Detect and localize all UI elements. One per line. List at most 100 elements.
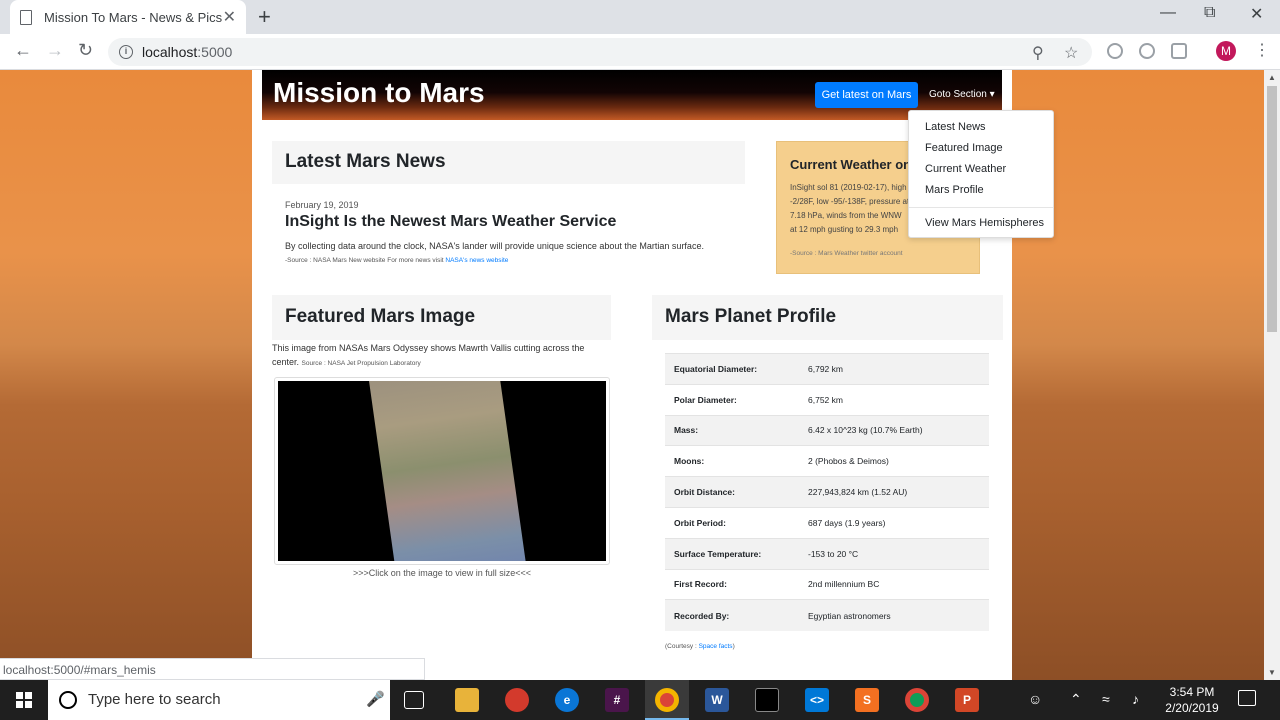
profile-heading: Mars Planet Profile: [665, 306, 837, 327]
taskbar-search[interactable]: Type here to search 🎤: [48, 680, 390, 720]
profile-avatar[interactable]: M: [1216, 41, 1236, 61]
file-explorer-icon[interactable]: [455, 688, 479, 712]
table-key: Mass:: [665, 414, 808, 446]
menu-item-featured-image[interactable]: Featured Image: [925, 142, 1003, 154]
reload-icon[interactable]: ↻: [78, 40, 93, 61]
news-header: Latest Mars News: [272, 141, 745, 184]
app-icon[interactable]: [505, 688, 529, 712]
back-icon[interactable]: ←: [14, 40, 32, 61]
menu-item-mars-hemispheres[interactable]: View Mars Hemispheres: [925, 217, 1044, 229]
scroll-down-icon[interactable]: ▼: [1268, 668, 1276, 677]
featured-image-hint: >>>Click on the image to view in full si…: [352, 568, 532, 578]
url-text: localhost:5000: [142, 44, 232, 60]
close-window-icon[interactable]: ✕: [1250, 4, 1263, 24]
new-tab-button[interactable]: +: [258, 4, 271, 30]
featured-source: Source : NASA Jet Propulsion Laboratory: [301, 360, 421, 367]
table-value: 227,943,824 km (1.52 AU): [808, 476, 989, 508]
status-bar-url: localhost:5000/#mars_hemis: [0, 658, 425, 680]
wifi-icon[interactable]: ≈: [1102, 691, 1110, 707]
extension-icon[interactable]: [1171, 43, 1187, 59]
table-row: Orbit Distance: 227,943,824 km (1.52 AU): [665, 476, 989, 508]
terminal-icon[interactable]: [755, 688, 779, 712]
space-facts-link[interactable]: Space facts: [699, 643, 733, 650]
news-paragraph: By collecting data around the clock, NAS…: [285, 241, 704, 251]
table-key: Equatorial Diameter:: [665, 353, 808, 385]
slack-icon[interactable]: #: [605, 688, 629, 712]
weather-text: InSight sol 81 (2019-02-17), high -2/28F…: [790, 183, 910, 234]
table-key: Orbit Period:: [665, 506, 808, 539]
scroll-up-icon[interactable]: ▲: [1268, 73, 1276, 82]
news-heading: Latest Mars News: [285, 151, 446, 172]
featured-caption: This image from NASAs Mars Odyssey shows…: [272, 341, 602, 371]
table-value: 6,752 km: [808, 383, 989, 416]
chrome-icon[interactable]: [655, 688, 679, 712]
get-latest-button[interactable]: Get latest on Mars: [815, 82, 918, 108]
profile-header: Mars Planet Profile: [652, 295, 1003, 340]
table-value: Egyptian astronomers: [808, 599, 989, 631]
page-icon: [20, 9, 32, 25]
table-row: Orbit Period: 687 days (1.9 years): [665, 506, 989, 539]
bookmark-star-icon[interactable]: ☆: [1064, 43, 1078, 63]
clock-date: 2/20/2019: [1165, 701, 1219, 715]
chrome-icon[interactable]: [905, 688, 929, 712]
site-title: Mission to Mars: [273, 77, 485, 108]
site-info-icon[interactable]: i: [119, 45, 133, 59]
extension-icon[interactable]: [1139, 43, 1155, 59]
site-header: Mission to Mars Get latest on Mars Goto …: [262, 70, 1002, 120]
system-clock[interactable]: 3:54 PM 2/20/2019: [1154, 684, 1230, 716]
table-key: Surface Temperature:: [665, 537, 808, 570]
featured-heading: Featured Mars Image: [285, 306, 476, 327]
menu-item-latest-news[interactable]: Latest News: [925, 121, 986, 133]
address-bar[interactable]: i localhost:5000 ⚲ ☆: [108, 38, 1092, 66]
featured-mars-image[interactable]: [278, 381, 606, 561]
scrollbar-thumb[interactable]: [1267, 86, 1277, 332]
notifications-icon[interactable]: [1238, 690, 1256, 706]
menu-item-current-weather[interactable]: Current Weather: [925, 163, 1006, 175]
minimize-icon[interactable]: —: [1160, 4, 1176, 22]
vscode-icon[interactable]: <>: [805, 688, 829, 712]
news-source: -Source : NASA Mars New website For more…: [285, 257, 508, 264]
featured-header: Featured Mars Image: [272, 295, 611, 340]
page-scrollbar[interactable]: ▲ ▼: [1264, 70, 1280, 680]
task-view-icon[interactable]: [404, 691, 424, 709]
table-row: Surface Temperature: -153 to 20 °C: [665, 537, 989, 570]
table-row: Moons: 2 (Phobos & Deimos): [665, 445, 989, 477]
profile-courtesy: (Courtesy : Space facts): [665, 643, 735, 650]
browser-toolbar: ← → ↻ i localhost:5000 ⚲ ☆ M ⋮: [0, 34, 1280, 70]
table-value: 6.42 x 10^23 kg (10.7% Earth): [808, 414, 989, 446]
url-port: :5000: [197, 44, 233, 60]
image-strip: [367, 381, 529, 561]
news-date: February 19, 2019: [285, 200, 359, 210]
news-source-text: -Source : NASA Mars New website For more…: [285, 257, 446, 264]
cortana-icon: [59, 691, 77, 709]
volume-icon[interactable]: ♪: [1132, 691, 1139, 707]
table-row: Mass: 6.42 x 10^23 kg (10.7% Earth): [665, 414, 989, 446]
forward-icon[interactable]: →: [46, 40, 64, 61]
search-placeholder: Type here to search: [88, 691, 221, 708]
taskbar: Type here to search 🎤 e # W <> S P ☺ ⌃ ≈…: [0, 680, 1280, 720]
table-row: Polar Diameter: 6,752 km: [665, 383, 989, 416]
page-container: Mission to Mars Get latest on Mars Goto …: [252, 70, 1054, 680]
edge-icon[interactable]: e: [555, 688, 579, 712]
zoom-icon[interactable]: ⚲: [1032, 43, 1044, 63]
nasa-news-link[interactable]: NASA's news website: [445, 257, 508, 264]
extension-icon[interactable]: [1107, 43, 1123, 59]
powerpoint-icon[interactable]: P: [955, 688, 979, 712]
table-key: Polar Diameter:: [665, 383, 808, 416]
tab-title: Mission To Mars - News & Pics: [44, 9, 223, 25]
word-icon[interactable]: W: [705, 688, 729, 712]
goto-section-dropdown[interactable]: Goto Section ▾: [929, 89, 995, 100]
close-tab-icon[interactable]: ✕: [223, 7, 236, 27]
microphone-icon[interactable]: 🎤: [366, 690, 385, 708]
windows-start-icon[interactable]: [16, 692, 32, 708]
menu-item-mars-profile[interactable]: Mars Profile: [925, 184, 984, 196]
browser-tab[interactable]: Mission To Mars - News & Pics ✕: [10, 0, 246, 34]
featured-image-thumbnail[interactable]: [274, 377, 610, 565]
menu-icon[interactable]: ⋮: [1254, 40, 1270, 60]
restore-icon[interactable]: ⧉: [1204, 4, 1215, 22]
table-row: Equatorial Diameter: 6,792 km: [665, 353, 989, 385]
profile-table: Equatorial Diameter: 6,792 km Polar Diame…: [665, 353, 989, 631]
people-icon[interactable]: ☺: [1028, 691, 1042, 707]
chevron-up-icon[interactable]: ⌃: [1070, 691, 1082, 708]
sublime-icon[interactable]: S: [855, 688, 879, 712]
